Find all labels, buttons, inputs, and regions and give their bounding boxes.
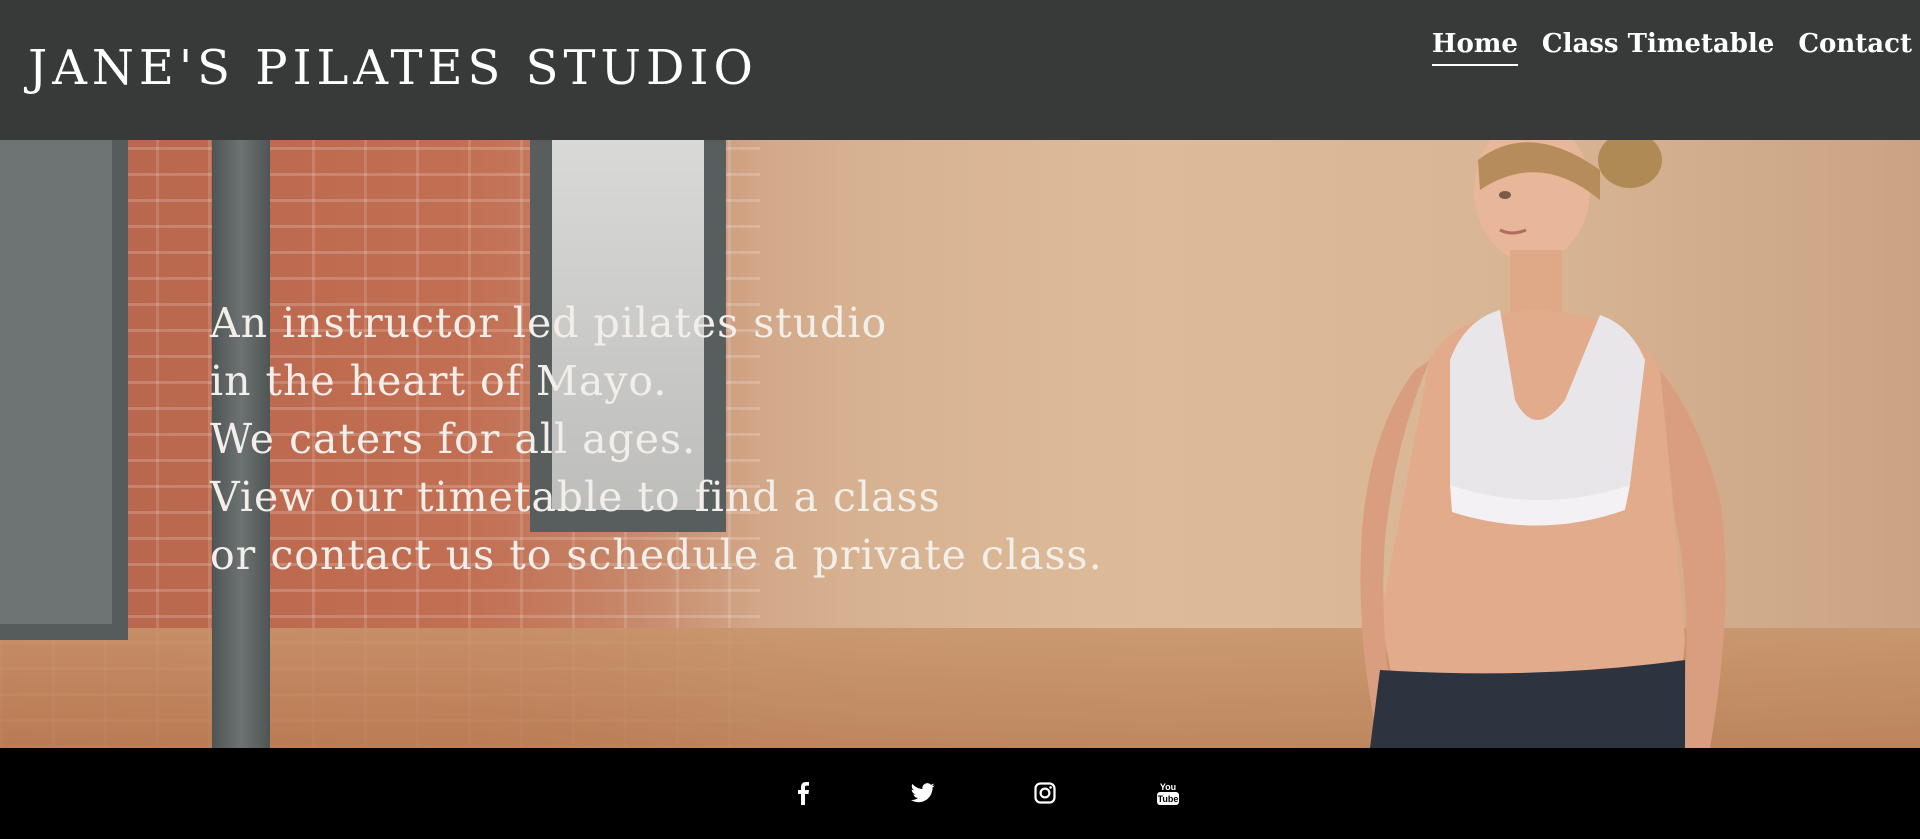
nav-home-link[interactable]: Home: [1431, 26, 1518, 66]
hero-intro-text: An instructor led pilates studio in the …: [210, 294, 1103, 584]
svg-text:Tube: Tube: [1158, 794, 1179, 804]
nav-class-timetable-link[interactable]: Class Timetable: [1542, 26, 1774, 66]
hero-line: We caters for all ages.: [210, 415, 697, 463]
hero-line: View our timetable to find a class: [210, 473, 941, 521]
nav-contact-link[interactable]: Contact: [1798, 26, 1912, 66]
site-footer: You Tube: [0, 748, 1920, 839]
hero-line: in the heart of Mayo.: [210, 357, 668, 405]
twitter-icon[interactable]: [910, 780, 936, 806]
svg-text:You: You: [1160, 782, 1176, 792]
pilates-instructor-image: [1360, 140, 1726, 748]
facebook-icon[interactable]: [790, 780, 816, 806]
main-nav: Home Class Timetable Contact: [1431, 26, 1920, 66]
left-window-image: [0, 140, 128, 640]
site-brand[interactable]: JANE'S PILATES STUDIO: [28, 40, 758, 96]
hero-banner: An instructor led pilates studio in the …: [0, 140, 1920, 748]
hero-line: or contact us to schedule a private clas…: [210, 531, 1103, 579]
hero-line: An instructor led pilates studio: [210, 299, 888, 347]
youtube-icon[interactable]: You Tube: [1155, 780, 1181, 806]
site-header: JANE'S PILATES STUDIO Home Class Timetab…: [0, 0, 1920, 140]
instagram-icon[interactable]: [1032, 780, 1058, 806]
